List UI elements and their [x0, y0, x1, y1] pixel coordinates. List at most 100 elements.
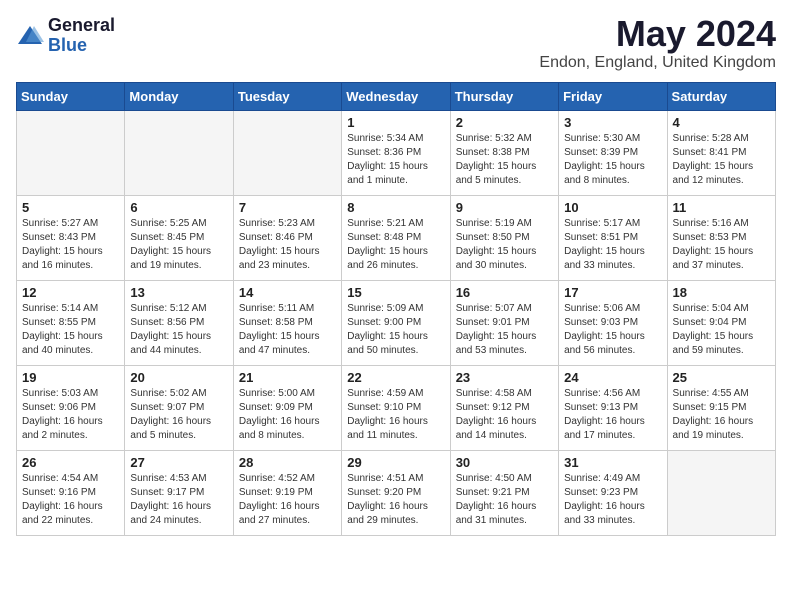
day-info: Sunrise: 5:11 AM Sunset: 8:58 PM Dayligh… [239, 302, 336, 358]
day-number: 31 [564, 455, 661, 470]
calendar-cell: 19Sunrise: 5:03 AM Sunset: 9:06 PM Dayli… [17, 366, 125, 451]
calendar-cell: 6 Sunrise: 5:25 AM Sunset: 8:45 PM Daylig… [125, 196, 233, 281]
day-info: Sunrise: 5:25 AM Sunset: 8:45 PM Dayligh… [130, 217, 227, 273]
calendar-cell: 31 Sunrise: 4:49 AM Sunset: 9:23 PM Dayli… [559, 451, 667, 536]
day-number: 30 [456, 455, 553, 470]
day-info: Sunrise: 5:00 AM Sunset: 9:09 PM Dayligh… [239, 387, 336, 443]
calendar-cell: 25Sunrise: 4:55 AM Sunset: 9:15 PM Dayli… [667, 366, 775, 451]
title-area: May 2024 Endon, England, United Kingdom [539, 16, 776, 72]
day-number: 28 [239, 455, 336, 470]
day-number: 27 [130, 455, 227, 470]
month-title: May 2024 [539, 16, 776, 52]
calendar-cell: 5Sunrise: 5:27 AM Sunset: 8:43 PM Daylig… [17, 196, 125, 281]
calendar-cell: 21 Sunrise: 5:00 AM Sunset: 9:09 PM Dayli… [233, 366, 341, 451]
weekday-header: Sunday [17, 83, 125, 111]
calendar-cell: 20Sunrise: 5:02 AM Sunset: 9:07 PM Dayli… [125, 366, 233, 451]
calendar-cell: 9 Sunrise: 5:19 AM Sunset: 8:50 PM Daylig… [450, 196, 558, 281]
calendar-cell: 13 Sunrise: 5:12 AM Sunset: 8:56 PM Dayli… [125, 281, 233, 366]
page-header: General Blue May 2024 Endon, England, Un… [16, 16, 776, 72]
day-info: Sunrise: 4:53 AM Sunset: 9:17 PM Dayligh… [130, 472, 227, 528]
calendar-row: 5Sunrise: 5:27 AM Sunset: 8:43 PM Daylig… [17, 196, 776, 281]
day-info: Sunrise: 4:50 AM Sunset: 9:21 PM Dayligh… [456, 472, 553, 528]
day-number: 1 [347, 115, 444, 130]
logo-icon [16, 22, 44, 50]
day-number: 29 [347, 455, 444, 470]
calendar-table: SundayMondayTuesdayWednesdayThursdayFrid… [16, 82, 776, 536]
day-number: 15 [347, 285, 444, 300]
day-info: Sunrise: 4:54 AM Sunset: 9:16 PM Dayligh… [22, 472, 119, 528]
calendar-row: 26 Sunrise: 4:54 AM Sunset: 9:16 PM Dayli… [17, 451, 776, 536]
calendar-cell: 22Sunrise: 4:59 AM Sunset: 9:10 PM Dayli… [342, 366, 450, 451]
day-number: 25 [673, 370, 770, 385]
day-number: 9 [456, 200, 553, 215]
day-info: Sunrise: 5:12 AM Sunset: 8:56 PM Dayligh… [130, 302, 227, 358]
calendar-cell: 28 Sunrise: 4:52 AM Sunset: 9:19 PM Dayli… [233, 451, 341, 536]
day-info: Sunrise: 5:14 AM Sunset: 8:55 PM Dayligh… [22, 302, 119, 358]
calendar-cell: 17 Sunrise: 5:06 AM Sunset: 9:03 PM Dayli… [559, 281, 667, 366]
day-number: 4 [673, 115, 770, 130]
day-info: Sunrise: 5:09 AM Sunset: 9:00 PM Dayligh… [347, 302, 444, 358]
day-info: Sunrise: 5:06 AM Sunset: 9:03 PM Dayligh… [564, 302, 661, 358]
calendar-cell [17, 111, 125, 196]
calendar-cell: 1 Sunrise: 5:34 AM Sunset: 8:36 PM Daylig… [342, 111, 450, 196]
calendar-cell: 27 Sunrise: 4:53 AM Sunset: 9:17 PM Dayli… [125, 451, 233, 536]
calendar-cell: 23Sunrise: 4:58 AM Sunset: 9:12 PM Dayli… [450, 366, 558, 451]
weekday-header: Thursday [450, 83, 558, 111]
calendar-cell: 8 Sunrise: 5:21 AM Sunset: 8:48 PM Daylig… [342, 196, 450, 281]
calendar-cell [233, 111, 341, 196]
calendar-cell: 29Sunrise: 4:51 AM Sunset: 9:20 PM Dayli… [342, 451, 450, 536]
day-number: 6 [130, 200, 227, 215]
calendar-cell [667, 451, 775, 536]
day-number: 18 [673, 285, 770, 300]
day-info: Sunrise: 5:21 AM Sunset: 8:48 PM Dayligh… [347, 217, 444, 273]
day-number: 5 [22, 200, 119, 215]
day-info: Sunrise: 4:56 AM Sunset: 9:13 PM Dayligh… [564, 387, 661, 443]
weekday-header: Tuesday [233, 83, 341, 111]
calendar-cell: 11 Sunrise: 5:16 AM Sunset: 8:53 PM Dayli… [667, 196, 775, 281]
day-number: 8 [347, 200, 444, 215]
calendar-cell: 7 Sunrise: 5:23 AM Sunset: 8:46 PM Daylig… [233, 196, 341, 281]
calendar-row: 12 Sunrise: 5:14 AM Sunset: 8:55 PM Dayli… [17, 281, 776, 366]
day-info: Sunrise: 5:03 AM Sunset: 9:06 PM Dayligh… [22, 387, 119, 443]
logo-general: General [48, 16, 115, 36]
day-info: Sunrise: 4:49 AM Sunset: 9:23 PM Dayligh… [564, 472, 661, 528]
day-info: Sunrise: 5:04 AM Sunset: 9:04 PM Dayligh… [673, 302, 770, 358]
day-number: 17 [564, 285, 661, 300]
calendar-cell: 10Sunrise: 5:17 AM Sunset: 8:51 PM Dayli… [559, 196, 667, 281]
day-number: 12 [22, 285, 119, 300]
logo-text: General Blue [48, 16, 115, 56]
day-info: Sunrise: 5:16 AM Sunset: 8:53 PM Dayligh… [673, 217, 770, 273]
weekday-header: Monday [125, 83, 233, 111]
day-number: 23 [456, 370, 553, 385]
calendar-row: 1 Sunrise: 5:34 AM Sunset: 8:36 PM Daylig… [17, 111, 776, 196]
day-info: Sunrise: 4:59 AM Sunset: 9:10 PM Dayligh… [347, 387, 444, 443]
day-info: Sunrise: 5:17 AM Sunset: 8:51 PM Dayligh… [564, 217, 661, 273]
calendar-cell: 3 Sunrise: 5:30 AM Sunset: 8:39 PM Daylig… [559, 111, 667, 196]
calendar-cell [125, 111, 233, 196]
calendar-row: 19Sunrise: 5:03 AM Sunset: 9:06 PM Dayli… [17, 366, 776, 451]
day-info: Sunrise: 5:23 AM Sunset: 8:46 PM Dayligh… [239, 217, 336, 273]
day-number: 24 [564, 370, 661, 385]
day-info: Sunrise: 5:30 AM Sunset: 8:39 PM Dayligh… [564, 132, 661, 188]
day-number: 3 [564, 115, 661, 130]
day-number: 13 [130, 285, 227, 300]
day-number: 26 [22, 455, 119, 470]
calendar-cell: 26 Sunrise: 4:54 AM Sunset: 9:16 PM Dayli… [17, 451, 125, 536]
calendar-cell: 2Sunrise: 5:32 AM Sunset: 8:38 PM Daylig… [450, 111, 558, 196]
calendar-cell: 18 Sunrise: 5:04 AM Sunset: 9:04 PM Dayli… [667, 281, 775, 366]
location: Endon, England, United Kingdom [539, 54, 776, 72]
calendar-cell: 24 Sunrise: 4:56 AM Sunset: 9:13 PM Dayli… [559, 366, 667, 451]
day-info: Sunrise: 5:19 AM Sunset: 8:50 PM Dayligh… [456, 217, 553, 273]
weekday-header: Friday [559, 83, 667, 111]
calendar-cell: 30 Sunrise: 4:50 AM Sunset: 9:21 PM Dayli… [450, 451, 558, 536]
day-info: Sunrise: 4:52 AM Sunset: 9:19 PM Dayligh… [239, 472, 336, 528]
day-number: 21 [239, 370, 336, 385]
day-number: 7 [239, 200, 336, 215]
day-info: Sunrise: 5:28 AM Sunset: 8:41 PM Dayligh… [673, 132, 770, 188]
logo-blue: Blue [48, 36, 115, 56]
calendar-cell: 16Sunrise: 5:07 AM Sunset: 9:01 PM Dayli… [450, 281, 558, 366]
day-info: Sunrise: 5:34 AM Sunset: 8:36 PM Dayligh… [347, 132, 444, 188]
day-number: 11 [673, 200, 770, 215]
calendar-cell: 12 Sunrise: 5:14 AM Sunset: 8:55 PM Dayli… [17, 281, 125, 366]
weekday-header: Wednesday [342, 83, 450, 111]
